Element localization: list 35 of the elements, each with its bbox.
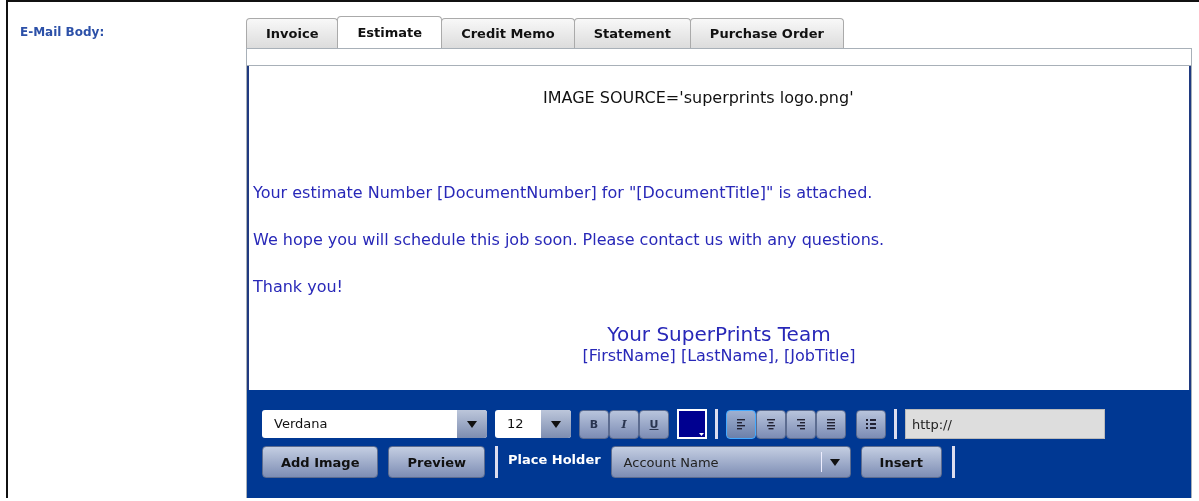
list-icon: [864, 418, 878, 430]
tab[interactable]: Statement: [573, 18, 691, 48]
tab[interactable]: Invoice: [246, 18, 339, 48]
align-icon: [794, 418, 808, 430]
url-field[interactable]: http://: [905, 409, 1105, 439]
tab[interactable]: Credit Memo: [441, 18, 575, 48]
align-button[interactable]: [726, 409, 756, 439]
align-icon: [734, 418, 748, 430]
format-button[interactable]: U: [639, 409, 669, 439]
caret-icon: [699, 433, 704, 436]
toolbar-button[interactable]: Add Image: [262, 446, 379, 478]
color-picker[interactable]: [677, 409, 707, 439]
body-text: IMAGE SOURCE='superprints logo.png': [543, 88, 854, 107]
tab[interactable]: Purchase Order: [689, 18, 844, 48]
align-button[interactable]: [756, 409, 786, 439]
size-select[interactable]: 12: [495, 410, 571, 438]
placeholder-select[interactable]: Account Name: [610, 446, 851, 478]
align-icon: [764, 418, 778, 430]
body-text: We hope you will schedule this job soon. Please contact us with any questions.: [253, 230, 885, 249]
list-button[interactable]: [856, 409, 886, 439]
body-text: [FirstName] [LastName], [JobTitle]: [582, 346, 856, 365]
align-icon: [824, 418, 838, 430]
align-button[interactable]: [786, 409, 816, 439]
body-text: Your estimate Number [DocumentNumber] for "[DocumentTitle]" is attached.: [253, 183, 873, 202]
format-button[interactable]: I: [609, 409, 639, 439]
align-button[interactable]: [816, 409, 846, 439]
placeholder-label: Place Holder: [508, 451, 601, 467]
dropdown-arrow-icon: [829, 458, 840, 466]
format-button[interactable]: B: [579, 409, 609, 439]
field-label: E-Mail Body:: [20, 25, 105, 39]
body-text: Thank you!: [253, 277, 344, 296]
body-text: Your SuperPrints Team: [607, 322, 831, 346]
font-select[interactable]: Verdana: [262, 410, 487, 438]
insert-button[interactable]: Insert: [860, 446, 942, 478]
toolbar-button[interactable]: Preview: [388, 446, 485, 478]
